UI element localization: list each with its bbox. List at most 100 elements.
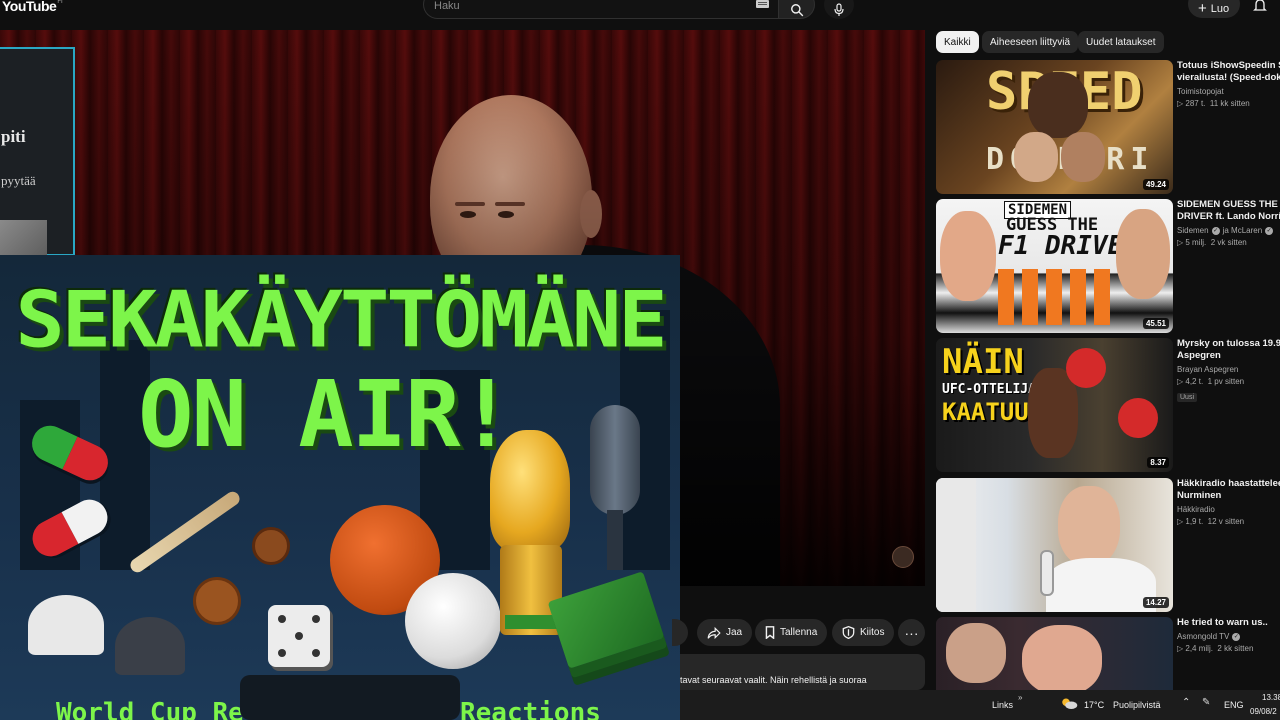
keyboard-icon[interactable] [756, 0, 769, 8]
share-label: Jaa [726, 627, 743, 638]
partly-cloudy-icon[interactable] [1060, 696, 1078, 710]
poster-bottom-left: World Cup Re [56, 698, 244, 720]
video-info: Myrsky on tulossa 19.9 | Aspegren Brayan… [1177, 338, 1280, 404]
trophy-ring [505, 615, 557, 629]
cookie-icon [193, 577, 241, 625]
video-duration: 45.51 [1142, 318, 1169, 329]
pen-icon[interactable]: ✎ [1202, 697, 1210, 708]
video-title[interactable]: Myrsky on tulossa 19.9 | [1177, 338, 1280, 350]
video-thumbnail[interactable] [936, 617, 1173, 690]
more-actions-button[interactable]: ··· [898, 619, 925, 646]
video-thumbnail[interactable]: NÄIN UFC-OTTELIJA KAATUU 8.37 [936, 338, 1173, 472]
channel-name[interactable]: Sidemen ✓ ja McLaren ✓ [1177, 226, 1280, 235]
recommendation-item[interactable]: NÄIN UFC-OTTELIJA KAATUU 8.37 Myrsky on … [936, 338, 1280, 472]
channel-name-text: Sidemen [1177, 226, 1209, 235]
side-panel-subtitle: pyytää [1, 173, 36, 188]
microphone-stand [607, 510, 623, 570]
dice-icon [268, 605, 330, 667]
video-info: He tried to warn us.. Asmongold TV ✓ ▷ 2,… [1177, 617, 1280, 653]
thumbnail-person [1022, 625, 1102, 690]
voice-search-button[interactable] [824, 0, 854, 19]
clock-time[interactable]: 13.38 [1262, 693, 1280, 702]
verified-icon: ✓ [1211, 226, 1220, 235]
cookie-icon [252, 527, 290, 565]
clock-date[interactable]: 09/08/2 [1250, 707, 1277, 716]
chip-related[interactable]: Aiheeseen liittyviä [982, 31, 1079, 53]
plus-icon: + [1198, 0, 1207, 17]
channel-name-text: Toimistopojat [1177, 87, 1224, 96]
cap-icon [115, 617, 185, 675]
weather-condition: Puolipilvistä [1113, 700, 1161, 710]
verified-icon: ✓ [1265, 226, 1274, 235]
side-panel[interactable]: piti pyytää [0, 47, 75, 256]
video-meta: ▷ 2,4 milj. 2 kk sitten [1177, 644, 1254, 653]
like-dislike-button[interactable] [672, 619, 688, 646]
video-title[interactable]: Häkkiradio haastattelee [1177, 478, 1280, 490]
channel-watermark[interactable] [892, 546, 914, 568]
thumbnail-drivers [998, 269, 1114, 325]
channel-name[interactable]: Brayan Aspegren [1177, 365, 1280, 374]
recommendation-item[interactable]: He tried to warn us.. Asmongold TV ✓ ▷ 2,… [936, 617, 1280, 690]
save-button[interactable]: Tallenna [755, 619, 828, 646]
view-count: 287 t. [1185, 99, 1206, 108]
top-bar: YouTube FI Haku + Luo [0, 0, 1280, 30]
poster-bottom-right: Reactions [460, 698, 601, 720]
channel-name[interactable]: Toimistopojat [1177, 87, 1280, 96]
chevron-up-icon[interactable]: ⌃ [1182, 697, 1190, 708]
search-input[interactable]: Haku [423, 0, 779, 19]
boxing-glove-icon [1066, 348, 1106, 388]
video-title-line2[interactable]: vierailusta! (Speed-doku [1177, 72, 1280, 84]
thumbnail-person [1116, 209, 1170, 299]
upload-age: 12 v sitten [1207, 517, 1245, 526]
recommendation-item[interactable]: SIDEMEN GUESS THE F1 DRIVER 45.51 SIDEME… [936, 199, 1280, 333]
video-title-line2[interactable]: Nurminen [1177, 490, 1280, 502]
video-thumbnail[interactable]: SIDEMEN GUESS THE F1 DRIVER 45.51 [936, 199, 1173, 333]
input-language[interactable]: ENG [1224, 700, 1244, 710]
save-label: Tallenna [780, 627, 818, 638]
logo-text: YouTube [2, 0, 57, 14]
studio-microphone-icon [590, 405, 640, 515]
thanks-label: Kiitos [860, 627, 885, 638]
search-placeholder: Haku [434, 0, 460, 12]
channel-name-text: Asmongold TV [1177, 632, 1230, 641]
chevron-right-icon[interactable]: » [1018, 693, 1022, 702]
upload-age: 2 kk sitten [1217, 644, 1254, 653]
channel-name[interactable]: Asmongold TV ✓ [1177, 632, 1280, 641]
logo-region: FI [57, 0, 63, 5]
youtube-logo[interactable]: YouTube FI [2, 0, 63, 14]
more-horizontal-icon: ··· [904, 624, 919, 641]
notifications-bell-icon[interactable] [1252, 0, 1268, 14]
verified-icon: ✓ [1232, 632, 1241, 641]
chip-new-uploads[interactable]: Uudet lataukset [1078, 31, 1164, 53]
channel-name[interactable]: Häkkiradio [1177, 505, 1280, 514]
side-panel-title: piti [1, 127, 26, 146]
super-thanks-icon [842, 626, 855, 639]
video-thumbnail[interactable]: 14.27 [936, 478, 1173, 612]
search-button[interactable] [778, 0, 815, 19]
view-count: 5 milj. [1185, 238, 1207, 247]
thumbnail-person [1061, 132, 1105, 182]
create-button[interactable]: + Luo [1188, 0, 1240, 18]
video-title-line2[interactable]: Aspegren [1177, 350, 1280, 362]
video-thumbnail[interactable]: SPEED DOKKARI 49.24 [936, 60, 1173, 194]
video-duration: 14.27 [1142, 597, 1169, 608]
video-title[interactable]: He tried to warn us.. [1177, 617, 1280, 629]
thumbnail-shirt [1046, 558, 1156, 612]
money-stack-icon [547, 571, 665, 669]
world-cup-trophy-icon [490, 430, 570, 550]
thanks-button[interactable]: Kiitos [832, 619, 895, 646]
video-title-line2[interactable]: DRIVER ft. Lando Norris [1177, 211, 1280, 223]
cap-icon [28, 595, 104, 655]
boxing-glove-icon [1118, 398, 1158, 438]
video-meta: ▷ 1,9 t. 12 v sitten [1177, 517, 1245, 526]
taskbar-links[interactable]: Links [992, 700, 1013, 710]
share-button[interactable]: Jaa [697, 619, 753, 646]
video-title[interactable]: SIDEMEN GUESS THE F1 [1177, 199, 1280, 211]
video-title[interactable]: Totuus iShowSpeedin Su [1177, 60, 1280, 72]
chip-all[interactable]: Kaikki [936, 31, 979, 53]
thumbnail-person [1028, 72, 1088, 138]
create-label: Luo [1210, 3, 1230, 15]
recommendation-item[interactable]: SPEED DOKKARI 49.24 Totuus iShowSpeedin … [936, 60, 1280, 194]
recommendation-item[interactable]: 14.27 Häkkiradio haastattelee Nurminen H… [936, 478, 1280, 612]
channel-name-text: Häkkiradio [1177, 505, 1215, 514]
